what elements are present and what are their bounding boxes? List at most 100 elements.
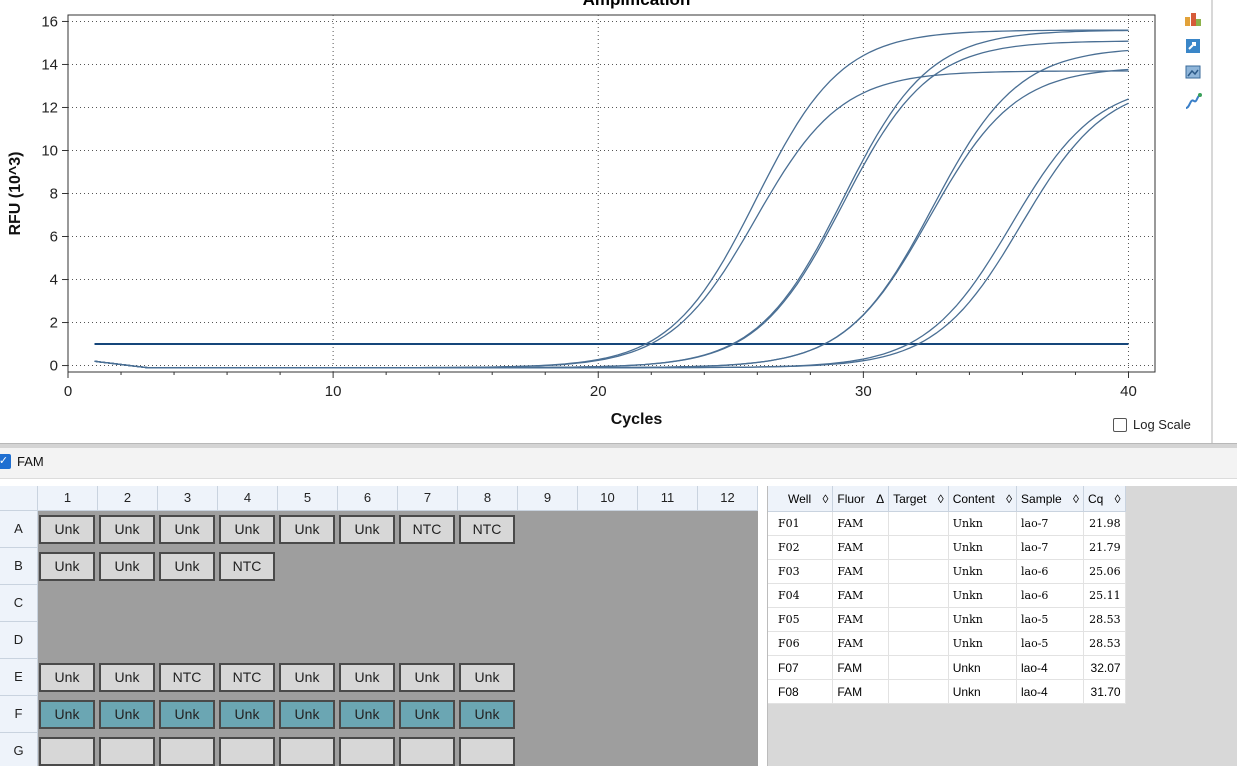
plate-well[interactable]: Unk: [39, 663, 95, 692]
plate-well[interactable]: [399, 737, 455, 766]
plate-well[interactable]: Unk: [339, 515, 395, 544]
plate-well[interactable]: Unk: [159, 552, 215, 581]
plate-column-header[interactable]: 11: [638, 486, 698, 511]
sort-icon[interactable]: ◊: [819, 492, 828, 506]
plate-well[interactable]: Unk: [99, 663, 155, 692]
table-cell-fluor: FAM: [832, 655, 890, 680]
plate-row-header[interactable]: E: [0, 659, 38, 696]
fluor-selector-bar: [0, 448, 1237, 479]
plate-well[interactable]: Unk: [99, 552, 155, 581]
plate-well[interactable]: NTC: [159, 663, 215, 692]
column-header-target[interactable]: Target ◊: [888, 486, 949, 512]
plate-column-header[interactable]: 10: [578, 486, 638, 511]
plate-well[interactable]: Unk: [339, 700, 395, 729]
image-icon[interactable]: [1183, 62, 1203, 82]
table-row[interactable]: F03 FAM Unkn lao-6 25.06: [768, 559, 1126, 584]
table-cell-sample: lao-6: [1016, 583, 1084, 608]
plate-column-header[interactable]: 4: [218, 486, 278, 511]
plate-column-header[interactable]: 9: [518, 486, 578, 511]
plate-row-header[interactable]: A: [0, 511, 38, 548]
plate-well[interactable]: Unk: [459, 700, 515, 729]
checkmark-icon[interactable]: ✓: [0, 454, 11, 469]
plate-column-header[interactable]: 2: [98, 486, 158, 511]
checkbox-box[interactable]: [1113, 417, 1127, 432]
plate-well[interactable]: Unk: [279, 700, 335, 729]
table-row[interactable]: F08 FAM Unkn lao-4 31.70: [768, 679, 1126, 704]
sort-icon[interactable]: ◊: [934, 492, 944, 506]
table-cell-target: [888, 559, 949, 584]
plate-well[interactable]: Unk: [279, 663, 335, 692]
plate-well[interactable]: Unk: [99, 700, 155, 729]
plate-column-header[interactable]: 6: [338, 486, 398, 511]
table-cell-fluor: FAM: [832, 631, 890, 656]
plate-corner[interactable]: [0, 486, 38, 511]
table-cell-well: F08: [768, 679, 834, 704]
plate-well[interactable]: Unk: [39, 552, 95, 581]
plate-well[interactable]: NTC: [399, 515, 455, 544]
plate-well[interactable]: NTC: [219, 552, 275, 581]
table-cell-fluor: FAM: [832, 511, 890, 536]
plate-well[interactable]: Unk: [459, 663, 515, 692]
plate-well[interactable]: Unk: [159, 700, 215, 729]
plate-well[interactable]: [339, 737, 395, 766]
plate-well[interactable]: [39, 737, 95, 766]
column-header-well[interactable]: Well ◊: [768, 486, 834, 512]
plate-column-header[interactable]: 8: [458, 486, 518, 511]
amplification-chart-panel: 0 2 4 6 8 10 12 14 16 0 10 20 30 40 Amplification Cycle…: [0, 0, 1237, 444]
plate-row-header[interactable]: G: [0, 733, 38, 766]
table-row[interactable]: F02 FAM Unkn lao-7 21.79: [768, 535, 1126, 560]
plate-well[interactable]: [219, 737, 275, 766]
plate-well[interactable]: Unk: [99, 515, 155, 544]
table-row[interactable]: F04 FAM Unkn lao-6 25.11: [768, 583, 1126, 608]
table-row[interactable]: F06 FAM Unkn lao-5 28.53: [768, 631, 1126, 656]
plate-row-header[interactable]: B: [0, 548, 38, 585]
table-cell-fluor: FAM: [832, 535, 890, 560]
plate-well[interactable]: Unk: [399, 700, 455, 729]
table-cell-sample: lao-5: [1016, 607, 1084, 632]
plate-well[interactable]: NTC: [459, 515, 515, 544]
export-icon[interactable]: [1183, 36, 1203, 56]
plate-well[interactable]: Unk: [279, 515, 335, 544]
plate-column-header[interactable]: 7: [398, 486, 458, 511]
plate-row-header[interactable]: D: [0, 622, 38, 659]
table-cell-fluor: FAM: [832, 607, 890, 632]
results-table-panel: Well ◊ Fluor Δ Target ◊ Content ◊ Sample ◊ Cq…: [767, 486, 1237, 766]
plate-row-header[interactable]: C: [0, 585, 38, 622]
plate-well[interactable]: [279, 737, 335, 766]
column-header-cq[interactable]: Cq ◊: [1083, 486, 1126, 512]
chart-settings-icon[interactable]: [1183, 8, 1203, 28]
sort-icon[interactable]: ◊: [1111, 492, 1121, 506]
plate-well[interactable]: [459, 737, 515, 766]
curve-analysis-icon[interactable]: [1183, 92, 1203, 112]
plate-well[interactable]: [99, 737, 155, 766]
plate-well[interactable]: [159, 737, 215, 766]
column-header-content[interactable]: Content ◊: [948, 486, 1018, 512]
plate-well[interactable]: Unk: [39, 700, 95, 729]
table-row[interactable]: F07 FAM Unkn lao-4 32.07: [768, 655, 1126, 680]
plate-well[interactable]: Unk: [219, 700, 275, 729]
table-row[interactable]: F01 FAM Unkn lao-7 21.98: [768, 511, 1126, 536]
sort-icon[interactable]: Δ: [873, 492, 884, 506]
plate-column-header[interactable]: 1: [38, 486, 98, 511]
plate-column-header[interactable]: 5: [278, 486, 338, 511]
plate-well[interactable]: Unk: [399, 663, 455, 692]
table-cell-well: F02: [768, 535, 834, 560]
table-cell-sample: lao-6: [1016, 559, 1084, 584]
column-header-sample[interactable]: Sample ◊: [1016, 486, 1084, 512]
fam-checkbox[interactable]: ✓ FAM: [0, 454, 44, 469]
plate-well[interactable]: NTC: [219, 663, 275, 692]
log-scale-checkbox[interactable]: Log Scale: [1113, 417, 1191, 432]
column-header-fluor[interactable]: Fluor Δ: [832, 486, 890, 512]
plate-column-header[interactable]: 3: [158, 486, 218, 511]
plate-row-header[interactable]: F: [0, 696, 38, 733]
plate-column-header[interactable]: 12: [698, 486, 758, 511]
sort-icon[interactable]: ◊: [1003, 492, 1012, 506]
table-cell-sample: lao-4: [1016, 679, 1084, 704]
sort-icon[interactable]: ◊: [1070, 492, 1079, 506]
plate-well[interactable]: Unk: [39, 515, 95, 544]
table-row[interactable]: F05 FAM Unkn lao-5 28.53: [768, 607, 1126, 632]
plate-well[interactable]: Unk: [159, 515, 215, 544]
plate-well[interactable]: Unk: [219, 515, 275, 544]
table-cell-sample: lao-5: [1016, 631, 1084, 656]
plate-well[interactable]: Unk: [339, 663, 395, 692]
